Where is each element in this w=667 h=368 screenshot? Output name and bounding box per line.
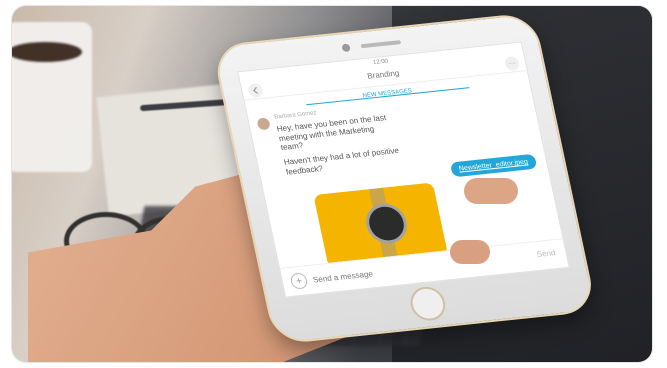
- photo-frame: 12:00 Branding ⋯ NEW MESSAGES Barbara Go…: [12, 6, 652, 362]
- phone-screen: 12:00 Branding ⋯ NEW MESSAGES Barbara Go…: [237, 41, 570, 298]
- avatar: [256, 117, 271, 131]
- attachment-link[interactable]: Newsletter_editor.jpeg: [449, 153, 538, 178]
- coffee-surface: [12, 42, 82, 62]
- phone-wrap: 12:00 Branding ⋯ NEW MESSAGES Barbara Go…: [211, 11, 606, 360]
- front-camera: [341, 43, 351, 53]
- coffee-mug: [12, 22, 92, 172]
- card-caption: [401, 201, 429, 204]
- watch-icon: [362, 201, 411, 246]
- finger: [450, 240, 490, 264]
- earpiece-speaker: [360, 40, 402, 49]
- home-button[interactable]: [407, 285, 449, 323]
- smartphone: 12:00 Branding ⋯ NEW MESSAGES Barbara Go…: [211, 12, 598, 345]
- send-button[interactable]: Send: [536, 248, 556, 259]
- menu-icon: ⋯: [507, 60, 517, 68]
- add-attachment-button[interactable]: +: [289, 272, 309, 290]
- messages-area: Barbara Gomez Hey, have you been on the …: [256, 89, 554, 268]
- finger: [464, 178, 518, 204]
- plus-icon: +: [294, 275, 304, 287]
